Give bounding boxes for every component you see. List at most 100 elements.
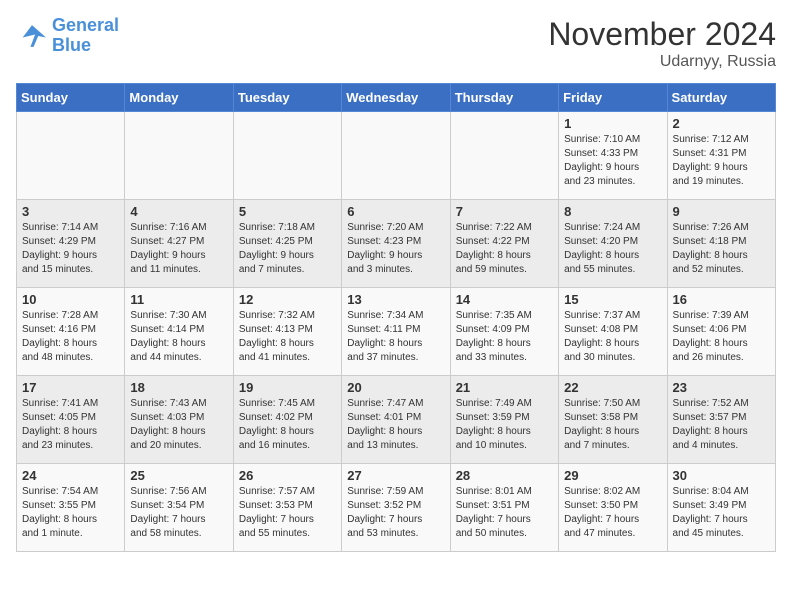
calendar-day-cell <box>233 112 341 200</box>
calendar-day-cell: 8 Sunrise: 7:24 AM Sunset: 4:20 PM Daylig… <box>559 200 667 288</box>
day-info: Sunrise: 8:04 AM Sunset: 3:49 PM Dayligh… <box>673 485 770 541</box>
weekday-header: Thursday <box>450 84 558 112</box>
calendar-day-cell: 5 Sunrise: 7:18 AM Sunset: 4:25 PM Daylig… <box>233 200 341 288</box>
calendar-day-cell: 24Sunrise: 7:54 AM Sunset: 3:55 PM Dayli… <box>17 464 125 552</box>
day-info: Sunrise: 7:32 AM Sunset: 4:13 PM Dayligh… <box>239 309 336 365</box>
calendar-day-cell <box>450 112 558 200</box>
day-number: 26 <box>239 468 336 483</box>
calendar-day-cell: 13Sunrise: 7:34 AM Sunset: 4:11 PM Dayli… <box>342 288 450 376</box>
day-number: 4 <box>130 204 227 219</box>
day-info: Sunrise: 7:54 AM Sunset: 3:55 PM Dayligh… <box>22 485 119 541</box>
calendar-week-row: 24Sunrise: 7:54 AM Sunset: 3:55 PM Dayli… <box>17 464 776 552</box>
calendar-day-cell: 23 Sunrise: 7:52 AM Sunset: 3:57 PM Dayli… <box>667 376 775 464</box>
day-number: 5 <box>239 204 336 219</box>
page-header: General Blue November 2024 Udarnyy, Russ… <box>16 16 776 71</box>
calendar-header-row: SundayMondayTuesdayWednesdayThursdayFrid… <box>17 84 776 112</box>
calendar-week-row: 10Sunrise: 7:28 AM Sunset: 4:16 PM Dayli… <box>17 288 776 376</box>
day-number: 19 <box>239 380 336 395</box>
calendar-day-cell: 1Sunrise: 7:10 AM Sunset: 4:33 PM Daylig… <box>559 112 667 200</box>
calendar-day-cell: 12 Sunrise: 7:32 AM Sunset: 4:13 PM Dayli… <box>233 288 341 376</box>
logo-icon <box>16 22 48 50</box>
calendar-day-cell: 19 Sunrise: 7:45 AM Sunset: 4:02 PM Dayli… <box>233 376 341 464</box>
day-number: 12 <box>239 292 336 307</box>
day-number: 14 <box>456 292 553 307</box>
weekday-header: Wednesday <box>342 84 450 112</box>
day-number: 17 <box>22 380 119 395</box>
day-number: 27 <box>347 468 444 483</box>
calendar-day-cell: 9Sunrise: 7:26 AM Sunset: 4:18 PM Daylig… <box>667 200 775 288</box>
day-info: Sunrise: 7:18 AM Sunset: 4:25 PM Dayligh… <box>239 221 336 277</box>
day-info: Sunrise: 7:14 AM Sunset: 4:29 PM Dayligh… <box>22 221 119 277</box>
day-info: Sunrise: 7:24 AM Sunset: 4:20 PM Dayligh… <box>564 221 661 277</box>
day-number: 30 <box>673 468 770 483</box>
calendar-week-row: 3 Sunrise: 7:14 AM Sunset: 4:29 PM Daylig… <box>17 200 776 288</box>
title-section: November 2024 Udarnyy, Russia <box>548 16 776 71</box>
calendar-day-cell: 10Sunrise: 7:28 AM Sunset: 4:16 PM Dayli… <box>17 288 125 376</box>
calendar-day-cell: 28Sunrise: 8:01 AM Sunset: 3:51 PM Dayli… <box>450 464 558 552</box>
day-number: 11 <box>130 292 227 307</box>
calendar-day-cell: 30 Sunrise: 8:04 AM Sunset: 3:49 PM Dayli… <box>667 464 775 552</box>
day-number: 2 <box>673 116 770 131</box>
logo-line2: Blue <box>52 36 119 56</box>
calendar-day-cell: 7Sunrise: 7:22 AM Sunset: 4:22 PM Daylig… <box>450 200 558 288</box>
calendar-week-row: 1Sunrise: 7:10 AM Sunset: 4:33 PM Daylig… <box>17 112 776 200</box>
calendar-day-cell: 14 Sunrise: 7:35 AM Sunset: 4:09 PM Dayli… <box>450 288 558 376</box>
logo-line1: General <box>52 15 119 35</box>
day-info: Sunrise: 7:59 AM Sunset: 3:52 PM Dayligh… <box>347 485 444 541</box>
day-info: Sunrise: 7:39 AM Sunset: 4:06 PM Dayligh… <box>673 309 770 365</box>
day-info: Sunrise: 8:02 AM Sunset: 3:50 PM Dayligh… <box>564 485 661 541</box>
day-number: 15 <box>564 292 661 307</box>
calendar-day-cell: 3 Sunrise: 7:14 AM Sunset: 4:29 PM Daylig… <box>17 200 125 288</box>
weekday-header: Monday <box>125 84 233 112</box>
location-title: Udarnyy, Russia <box>548 53 776 71</box>
calendar-day-cell <box>125 112 233 200</box>
day-number: 7 <box>456 204 553 219</box>
day-number: 22 <box>564 380 661 395</box>
day-number: 18 <box>130 380 227 395</box>
day-info: Sunrise: 7:45 AM Sunset: 4:02 PM Dayligh… <box>239 397 336 453</box>
weekday-header: Sunday <box>17 84 125 112</box>
calendar-day-cell: 6 Sunrise: 7:20 AM Sunset: 4:23 PM Daylig… <box>342 200 450 288</box>
day-number: 28 <box>456 468 553 483</box>
calendar-day-cell: 15 Sunrise: 7:37 AM Sunset: 4:08 PM Dayli… <box>559 288 667 376</box>
logo: General Blue <box>16 16 119 56</box>
day-info: Sunrise: 7:34 AM Sunset: 4:11 PM Dayligh… <box>347 309 444 365</box>
calendar-day-cell: 11 Sunrise: 7:30 AM Sunset: 4:14 PM Dayli… <box>125 288 233 376</box>
day-info: Sunrise: 7:57 AM Sunset: 3:53 PM Dayligh… <box>239 485 336 541</box>
day-info: Sunrise: 7:28 AM Sunset: 4:16 PM Dayligh… <box>22 309 119 365</box>
month-title: November 2024 <box>548 16 776 53</box>
day-number: 16 <box>673 292 770 307</box>
day-info: Sunrise: 7:43 AM Sunset: 4:03 PM Dayligh… <box>130 397 227 453</box>
calendar-day-cell: 27 Sunrise: 7:59 AM Sunset: 3:52 PM Dayli… <box>342 464 450 552</box>
calendar-day-cell: 20Sunrise: 7:47 AM Sunset: 4:01 PM Dayli… <box>342 376 450 464</box>
day-info: Sunrise: 7:50 AM Sunset: 3:58 PM Dayligh… <box>564 397 661 453</box>
weekday-header: Saturday <box>667 84 775 112</box>
day-number: 1 <box>564 116 661 131</box>
day-info: Sunrise: 7:41 AM Sunset: 4:05 PM Dayligh… <box>22 397 119 453</box>
calendar-day-cell: 22 Sunrise: 7:50 AM Sunset: 3:58 PM Dayli… <box>559 376 667 464</box>
day-number: 23 <box>673 380 770 395</box>
calendar-day-cell: 18 Sunrise: 7:43 AM Sunset: 4:03 PM Dayli… <box>125 376 233 464</box>
day-info: Sunrise: 7:37 AM Sunset: 4:08 PM Dayligh… <box>564 309 661 365</box>
day-info: Sunrise: 7:20 AM Sunset: 4:23 PM Dayligh… <box>347 221 444 277</box>
day-info: Sunrise: 7:26 AM Sunset: 4:18 PM Dayligh… <box>673 221 770 277</box>
day-info: Sunrise: 7:52 AM Sunset: 3:57 PM Dayligh… <box>673 397 770 453</box>
day-info: Sunrise: 7:49 AM Sunset: 3:59 PM Dayligh… <box>456 397 553 453</box>
day-number: 3 <box>22 204 119 219</box>
day-info: Sunrise: 7:16 AM Sunset: 4:27 PM Dayligh… <box>130 221 227 277</box>
day-number: 29 <box>564 468 661 483</box>
calendar-day-cell: 16 Sunrise: 7:39 AM Sunset: 4:06 PM Dayli… <box>667 288 775 376</box>
calendar-day-cell: 21 Sunrise: 7:49 AM Sunset: 3:59 PM Dayli… <box>450 376 558 464</box>
weekday-header: Tuesday <box>233 84 341 112</box>
day-info: Sunrise: 7:56 AM Sunset: 3:54 PM Dayligh… <box>130 485 227 541</box>
day-number: 6 <box>347 204 444 219</box>
day-info: Sunrise: 7:35 AM Sunset: 4:09 PM Dayligh… <box>456 309 553 365</box>
day-info: Sunrise: 7:30 AM Sunset: 4:14 PM Dayligh… <box>130 309 227 365</box>
calendar-day-cell: 17 Sunrise: 7:41 AM Sunset: 4:05 PM Dayli… <box>17 376 125 464</box>
day-number: 8 <box>564 204 661 219</box>
calendar-day-cell <box>342 112 450 200</box>
calendar-day-cell: 2Sunrise: 7:12 AM Sunset: 4:31 PM Daylig… <box>667 112 775 200</box>
day-number: 21 <box>456 380 553 395</box>
day-info: Sunrise: 7:47 AM Sunset: 4:01 PM Dayligh… <box>347 397 444 453</box>
day-number: 25 <box>130 468 227 483</box>
